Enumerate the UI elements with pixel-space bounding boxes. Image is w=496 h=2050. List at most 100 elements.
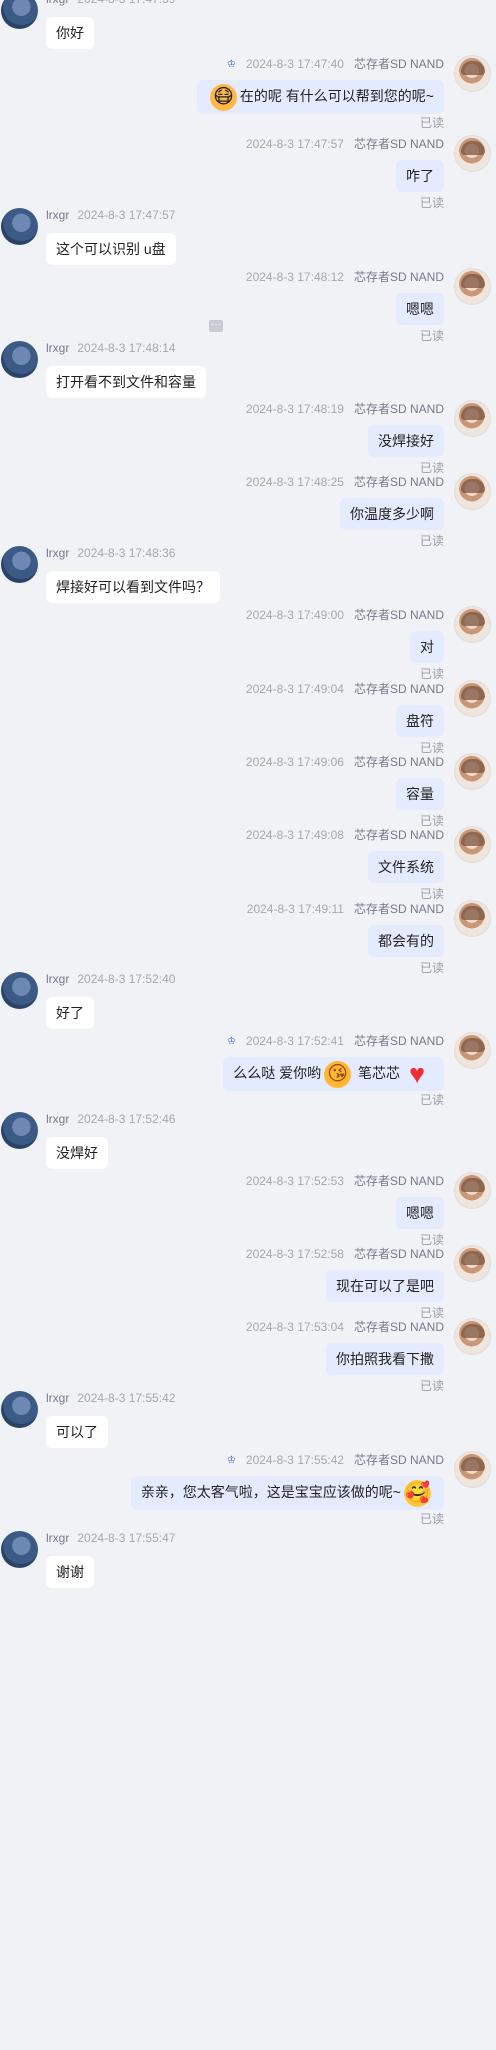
smiling-face-with-hearts-emoji-icon: 🥰: [404, 1479, 431, 1507]
message-text: 可以了: [56, 1424, 98, 1440]
message-text: 在的呢 有什么可以帮到您的呢~: [239, 88, 434, 104]
message-bubble[interactable]: 嗯嗯: [396, 293, 444, 325]
message-more-options[interactable]: ···: [209, 320, 223, 332]
agent-avatar[interactable]: [454, 1032, 491, 1069]
message-bubble[interactable]: 现在可以了是吧: [326, 1270, 444, 1302]
message-bubble[interactable]: 没焊接好: [368, 425, 444, 457]
message-meta: ♔ 2024-8-3 17:52:41 芯存者SD NAND: [224, 1032, 444, 1049]
message-meta: 2024-8-3 17:48:25 芯存者SD NAND: [246, 473, 444, 490]
agent-avatar[interactable]: [454, 753, 491, 790]
agent-avatar[interactable]: [454, 900, 491, 937]
message-meta: ♔ 2024-8-3 17:47:40 芯存者SD NAND: [224, 55, 444, 72]
message-time: 2024-8-3 17:48:36: [77, 546, 176, 560]
sender-name: 芯存者SD NAND: [353, 137, 444, 151]
agent-avatar[interactable]: [454, 826, 491, 863]
avatar-hair-shape: [461, 61, 485, 75]
message-bubble[interactable]: 亲亲，您太客气啦，这是宝宝应该做的呢~ 🥰: [130, 1476, 444, 1510]
message-text: 文件系统: [378, 859, 434, 875]
sender-name: 芯存者SD NAND: [353, 1320, 444, 1334]
customer-avatar[interactable]: [1, 972, 38, 1009]
message-text: 对: [420, 639, 434, 655]
avatar-hair-shape: [461, 1038, 485, 1052]
customer-avatar[interactable]: [1, 0, 38, 29]
message-bubble[interactable]: 好了: [46, 997, 94, 1029]
sender-name: 芯存者SD NAND: [353, 270, 444, 284]
agent-avatar[interactable]: [454, 268, 491, 305]
customer-avatar[interactable]: [1, 208, 38, 245]
message-meta: lrxgr 2024-8-3 17:55:47: [46, 1531, 175, 1545]
sender-name: lrxgr: [46, 208, 70, 222]
agent-avatar[interactable]: [454, 680, 491, 717]
message-bubble[interactable]: 对: [410, 631, 444, 663]
agent-avatar[interactable]: [454, 1451, 491, 1488]
message-meta: 2024-8-3 17:49:04 芯存者SD NAND: [246, 680, 444, 697]
avatar-hair-shape: [461, 906, 485, 920]
agent-avatar[interactable]: [454, 1172, 491, 1209]
agent-avatar[interactable]: [454, 135, 491, 172]
sender-name: 芯存者SD NAND: [353, 1174, 444, 1188]
message-bubble[interactable]: 你拍照我看下撒: [326, 1343, 444, 1375]
avatar-hair-shape: [461, 479, 485, 493]
agent-avatar[interactable]: [454, 473, 491, 510]
message-bubble[interactable]: 你好: [46, 17, 94, 49]
agent-avatar[interactable]: [454, 400, 491, 437]
message-text: 好了: [56, 1005, 84, 1021]
message-bubble[interactable]: 容量: [396, 778, 444, 810]
message-text: 么么哒 爱你哟: [233, 1065, 322, 1081]
sender-name: 芯存者SD NAND: [353, 57, 444, 71]
message-time: 2024-8-3 17:49:11: [246, 902, 344, 916]
message-bubble[interactable]: 你温度多少啊: [340, 498, 444, 530]
message-bubble[interactable]: 焊接好可以看到文件吗？: [46, 571, 220, 603]
message-text: 亲亲，您太客气啦，这是宝宝应该做的呢~: [140, 1484, 401, 1500]
customer-avatar[interactable]: [1, 1112, 38, 1149]
sender-name: lrxgr: [46, 1391, 70, 1405]
agent-avatar[interactable]: [454, 606, 491, 643]
message-bubble[interactable]: 盘符: [396, 705, 444, 737]
message-text: 这个可以识别 u盘: [56, 241, 166, 257]
message-time: 2024-8-3 17:49:08: [245, 828, 344, 842]
message-bubble[interactable]: 么么哒 爱你哟 😘 笔芯芯 ♥: [223, 1057, 444, 1091]
message-meta: 2024-8-3 17:47:57 芯存者SD NAND: [246, 135, 444, 152]
sender-name: 芯存者SD NAND: [353, 828, 444, 842]
sender-name: lrxgr: [46, 341, 70, 355]
agent-avatar[interactable]: [454, 55, 491, 92]
red-heart-emoji-icon: ♥: [408, 1058, 426, 1089]
message-meta: lrxgr 2024-8-3 17:55:42: [46, 1391, 175, 1405]
message-meta: ♔ 2024-8-3 17:55:42 芯存者SD NAND: [224, 1451, 444, 1468]
message-bubble[interactable]: 这个可以识别 u盘: [46, 233, 176, 265]
message-bubble[interactable]: 咋了: [396, 160, 444, 192]
message-meta: 2024-8-3 17:48:19 芯存者SD NAND: [246, 400, 444, 417]
read-status: 已读: [419, 196, 444, 210]
message-meta: lrxgr 2024-8-3 17:48:14: [46, 341, 175, 355]
message-text: 嗯嗯: [406, 1205, 434, 1221]
customer-avatar[interactable]: [1, 1531, 38, 1568]
message-bubble[interactable]: 可以了: [46, 1416, 108, 1448]
message-bubble[interactable]: 嗯嗯: [396, 1197, 444, 1229]
sender-name: lrxgr: [46, 546, 70, 560]
message-bubble[interactable]: 文件系统: [368, 851, 444, 883]
sender-name: lrxgr: [46, 1531, 70, 1545]
customer-avatar[interactable]: [1, 1391, 38, 1428]
agent-avatar[interactable]: [454, 1245, 491, 1282]
avatar-hair-shape: [461, 686, 485, 700]
customer-avatar[interactable]: [1, 341, 38, 378]
chat-page: { "messages": [ {"side":"left","name":"l…: [0, 0, 496, 2050]
message-bubble[interactable]: 谢谢: [46, 1556, 94, 1588]
message-bubble[interactable]: 😷 在的呢 有什么可以帮到您的呢~: [196, 80, 444, 114]
message-meta: lrxgr 2024-8-3 17:48:36: [46, 546, 175, 560]
customer-avatar[interactable]: [1, 546, 38, 583]
sender-name: 芯存者SD NAND: [353, 1247, 444, 1261]
message-time: 2024-8-3 17:52:53: [245, 1174, 344, 1188]
robot-icon: ♔: [226, 59, 236, 70]
message-text: 现在可以了是吧: [336, 1278, 434, 1294]
sender-name: 芯存者SD NAND: [353, 608, 444, 622]
message-bubble[interactable]: 都会有的: [368, 925, 444, 957]
message-text: 谢谢: [56, 1564, 84, 1580]
message-meta: 2024-8-3 17:49:11 芯存者SD NAND: [247, 900, 444, 917]
agent-avatar[interactable]: [454, 1318, 491, 1355]
message-time: 2024-8-3 17:48:19: [245, 402, 344, 416]
message-bubble[interactable]: 没焊好: [46, 1137, 108, 1169]
message-meta: 2024-8-3 17:49:06 芯存者SD NAND: [246, 753, 444, 770]
robot-icon: ♔: [226, 1455, 236, 1466]
message-bubble[interactable]: 打开看不到文件和容量: [46, 366, 206, 398]
